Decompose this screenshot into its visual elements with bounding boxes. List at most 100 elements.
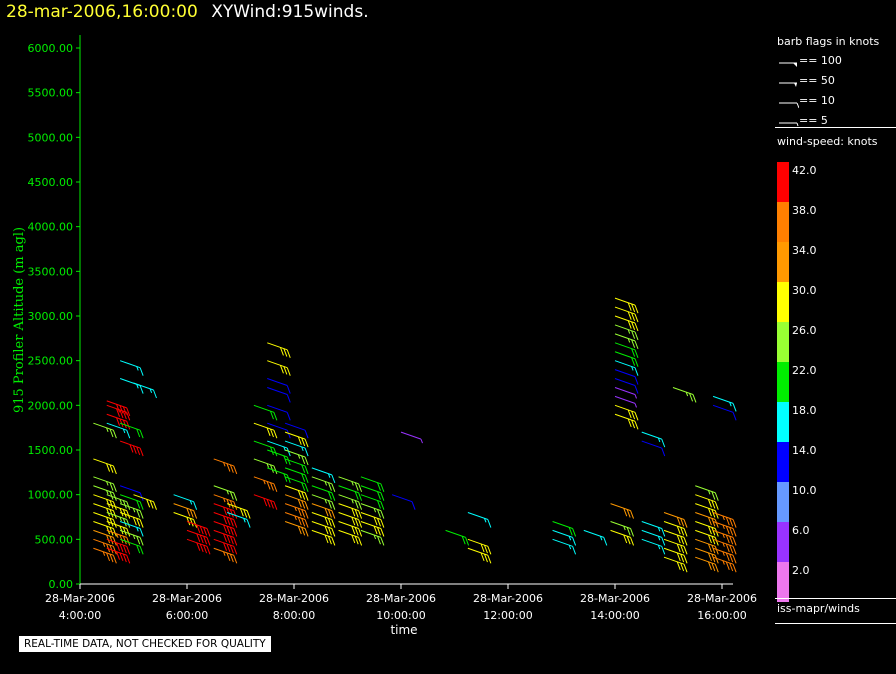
wind-barb: [311, 529, 336, 546]
wind-barb: [552, 538, 577, 555]
y-tick-label: 3500.00: [28, 265, 74, 278]
y-tick-label: 2500.00: [28, 355, 74, 368]
legend-divider: [775, 127, 896, 128]
wind-barb: [614, 413, 639, 430]
y-tick-label: 4000.00: [28, 221, 74, 234]
barb-flag-icon: [777, 54, 799, 73]
legend-divider: [775, 623, 896, 624]
barb-flag-icon: [777, 94, 800, 113]
x-tick-date: 28-Mar-2006: [152, 592, 222, 605]
speed-scale-label: 6.0: [792, 524, 810, 537]
x-tick-time: 6:00:00: [166, 609, 208, 622]
wind-barb: [267, 449, 291, 466]
speed-scale-label: 18.0: [792, 404, 817, 417]
speed-color-swatch: [777, 162, 789, 202]
x-tick-date: 28-Mar-2006: [45, 592, 115, 605]
barb-flag-icon: [777, 114, 799, 133]
speed-legend-title: wind-speed: knots: [777, 135, 878, 148]
wind-barb: [610, 503, 635, 519]
speed-scale-label: 22.0: [792, 364, 817, 377]
speed-scale-label: 34.0: [792, 244, 817, 257]
wind-barb: [400, 431, 423, 444]
wind-barb: [267, 467, 291, 484]
speed-scale-label: 10.0: [792, 484, 817, 497]
quality-warning: REAL-TIME DATA, NOT CHECKED FOR QUALITY: [19, 636, 271, 652]
flag-legend-item: == 10: [775, 94, 896, 112]
wind-profile-plot: 915 Profiler Altitude (m agl) time 0.00 5…: [12, 35, 757, 637]
y-axis-label: 915 Profiler Altitude (m agl): [12, 227, 27, 413]
wind-barb: [119, 378, 144, 394]
flag-legend-item: == 100: [775, 54, 896, 72]
axes: 0.00 500.00 1000.00 1500.00 2000.00 2500.00 30…: [28, 35, 757, 622]
x-tick-date: 28-Mar-2006: [259, 592, 329, 605]
x-tick-date: 28-Mar-2006: [366, 592, 436, 605]
x-axis-label: time: [390, 623, 417, 637]
wind-barb: [583, 529, 608, 546]
wind-barb: [360, 529, 385, 546]
y-tick-label: 2000.00: [28, 399, 74, 412]
flags-legend-title: barb flags in knots: [777, 35, 880, 48]
speed-color-swatch: [777, 562, 789, 602]
speed-scale-label: 42.0: [792, 164, 817, 177]
speed-color-swatch: [777, 482, 789, 522]
speed-color-swatch: [777, 322, 789, 362]
speed-color-swatch: [777, 402, 789, 442]
flag-legend-item: == 5: [775, 114, 896, 132]
wind-barb: [663, 556, 688, 573]
y-tick-label: 1000.00: [28, 489, 74, 502]
data-source-label: iss-mapr/winds: [777, 602, 860, 615]
speed-color-swatch: [777, 282, 789, 322]
flag-legend-label: == 100: [799, 54, 842, 67]
wind-barb: [284, 520, 309, 537]
wind-barb: [641, 440, 666, 457]
wind-barb: [445, 529, 470, 546]
wind-barb: [213, 458, 238, 475]
x-tick-date: 28-Mar-2006: [580, 592, 650, 605]
flag-legend-item: == 50: [775, 74, 896, 92]
y-tick-label: 1500.00: [28, 444, 74, 457]
flag-legend-label: == 10: [799, 94, 835, 107]
x-tick-time: 12:00:00: [483, 609, 532, 622]
wind-barb: [253, 476, 278, 492]
wind-barb: [253, 458, 278, 475]
wind-barb: [695, 556, 719, 573]
wind-barbs: [93, 297, 737, 573]
wind-barb: [391, 494, 416, 510]
x-tick-time: 10:00:00: [376, 609, 425, 622]
wind-barb: [614, 395, 637, 408]
speed-color-swatch: [777, 362, 789, 402]
legend-panel: barb flags in knots == 100 == 50 == 10 == 5…: [775, 30, 896, 624]
x-tick-time: 4:00:00: [59, 609, 101, 622]
wind-barb: [93, 458, 117, 475]
speed-color-swatch: [777, 442, 789, 482]
y-tick-label: 5500.00: [28, 87, 74, 100]
wind-barb: [213, 547, 238, 564]
legend-divider: [775, 598, 896, 599]
wind-barb: [712, 404, 737, 421]
wind-barb: [672, 386, 697, 403]
wind-barb: [338, 529, 363, 546]
x-tick-date: 28-Mar-2006: [473, 592, 543, 605]
wind-barb: [253, 494, 278, 510]
speed-scale-label: 2.0: [792, 564, 810, 577]
y-tick-label: 4500.00: [28, 176, 74, 189]
y-tick-label: 500.00: [35, 533, 74, 546]
x-tick-time: 14:00:00: [590, 609, 639, 622]
x-tick-time: 8:00:00: [273, 609, 315, 622]
barb-flag-icon: [777, 74, 799, 93]
x-tick-time: 16:00:00: [697, 609, 746, 622]
wind-barb: [267, 342, 291, 358]
speed-color-swatch: [777, 202, 789, 242]
wind-barb: [267, 386, 291, 403]
y-tick-label: 5000.00: [28, 131, 74, 144]
wind-barb: [119, 360, 144, 376]
wind-barb: [467, 512, 492, 528]
speed-scale-label: 38.0: [792, 204, 817, 217]
speed-scale-label: 26.0: [792, 324, 817, 337]
x-tick-date: 28-Mar-2006: [687, 592, 757, 605]
wind-barb: [119, 440, 144, 457]
wind-barb: [641, 538, 666, 555]
y-tick-label: 0.00: [49, 578, 74, 591]
speed-scale-label: 14.0: [792, 444, 817, 457]
wind-barb: [614, 386, 637, 399]
